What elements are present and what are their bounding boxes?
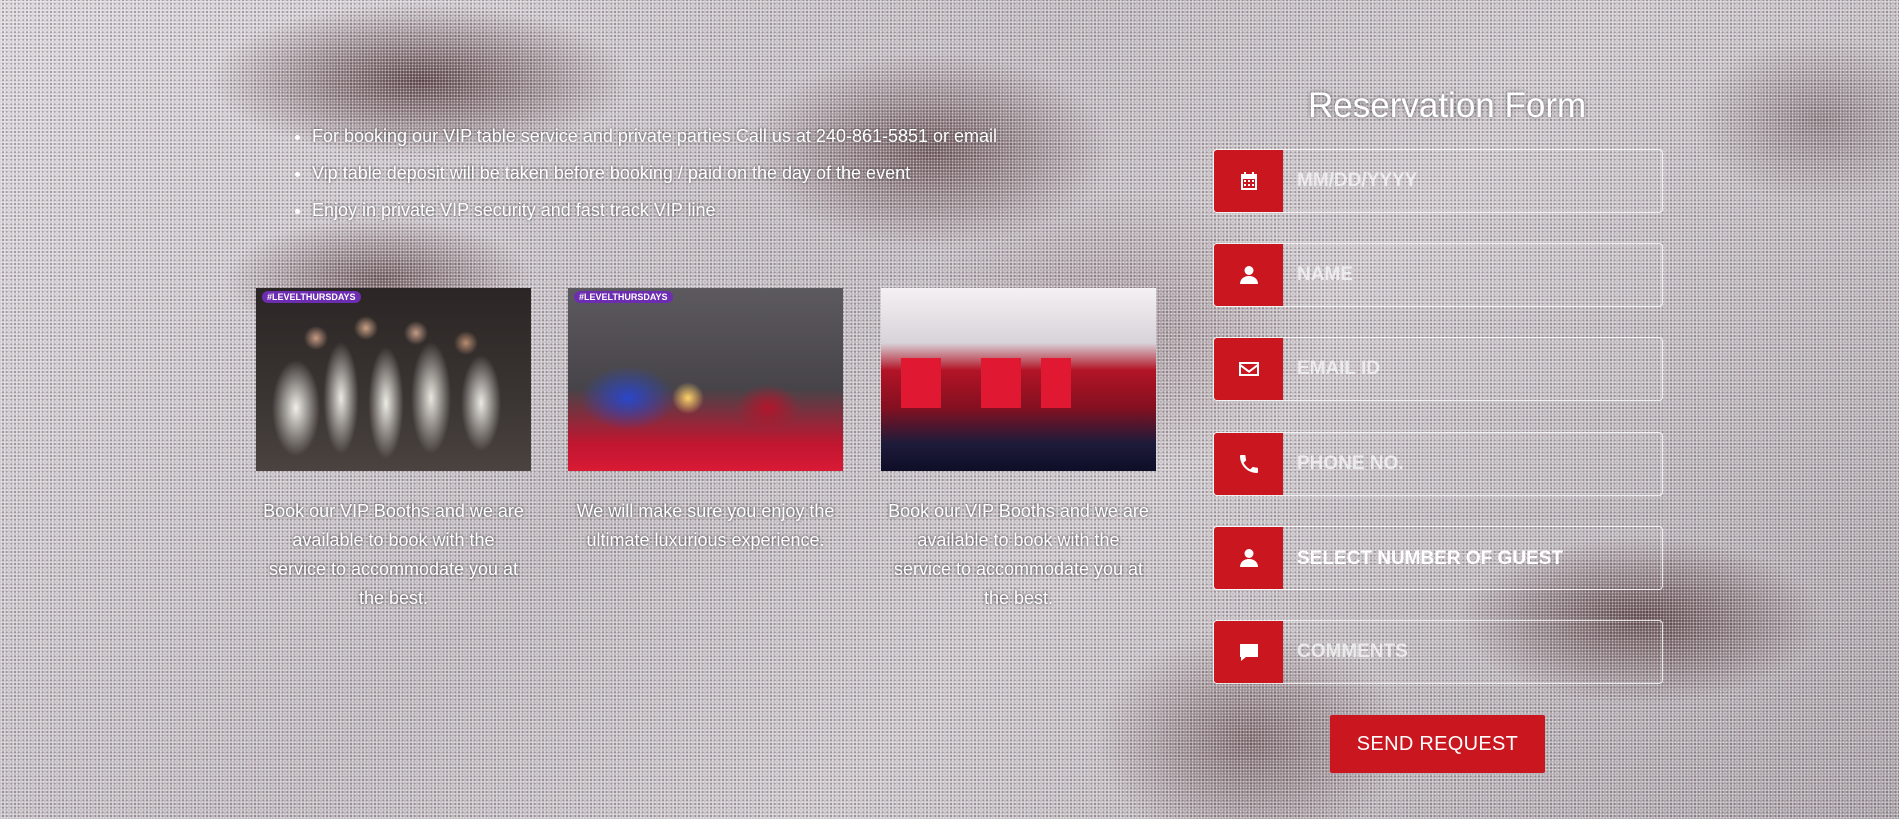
send-request-button[interactable]: SEND REQUEST <box>1330 715 1545 773</box>
envelope-icon <box>1214 338 1283 400</box>
comments-field <box>1213 620 1663 684</box>
comments-input[interactable] <box>1283 621 1662 683</box>
feature-card-text: Book our VIP Booths and we are available… <box>263 501 524 608</box>
feature-card-1: #LEVELTHURSDAYS Book our VIP Booths and … <box>256 288 531 613</box>
info-item-deposit: Vip table deposit will be taken before b… <box>312 155 1072 192</box>
hashtag-badge: #LEVELTHURSDAYS <box>574 291 673 303</box>
email-input[interactable] <box>1283 338 1662 400</box>
date-input[interactable] <box>1283 150 1662 212</box>
info-list: For booking our VIP table service and pr… <box>290 118 1072 229</box>
phone-field <box>1213 432 1663 496</box>
hashtag-badge: #LEVELTHURSDAYS <box>262 291 361 303</box>
info-item-booking: For booking our VIP table service and pr… <box>312 118 1072 155</box>
phone-input[interactable] <box>1283 433 1662 495</box>
comment-icon <box>1214 621 1283 683</box>
user-icon <box>1214 527 1283 589</box>
date-field <box>1213 149 1663 213</box>
name-input[interactable] <box>1283 244 1662 306</box>
feature-card-text: Book our VIP Booths and we are available… <box>888 501 1149 608</box>
name-field <box>1213 243 1663 307</box>
feature-card-text: We will make sure you enjoy the ultimate… <box>576 501 835 550</box>
reservation-form-title: Reservation Form <box>1308 86 1587 125</box>
stage-photo: #LEVELTHURSDAYS <box>568 288 843 471</box>
feature-card-2: #LEVELTHURSDAYS We will make sure you en… <box>568 288 843 555</box>
party-photo: #LEVELTHURSDAYS <box>256 288 531 471</box>
guests-field: SELECT NUMBER OF GUEST <box>1213 526 1663 590</box>
feature-card-3: Book our VIP Booths and we are available… <box>881 288 1156 613</box>
phone-icon <box>1214 433 1283 495</box>
calendar-icon <box>1214 150 1283 212</box>
user-icon <box>1214 244 1283 306</box>
email-field <box>1213 337 1663 401</box>
info-item-security: Enjoy in private VIP security and fast t… <box>312 192 1072 229</box>
guests-select[interactable]: SELECT NUMBER OF GUEST <box>1283 527 1662 589</box>
lounge-photo <box>881 288 1156 471</box>
